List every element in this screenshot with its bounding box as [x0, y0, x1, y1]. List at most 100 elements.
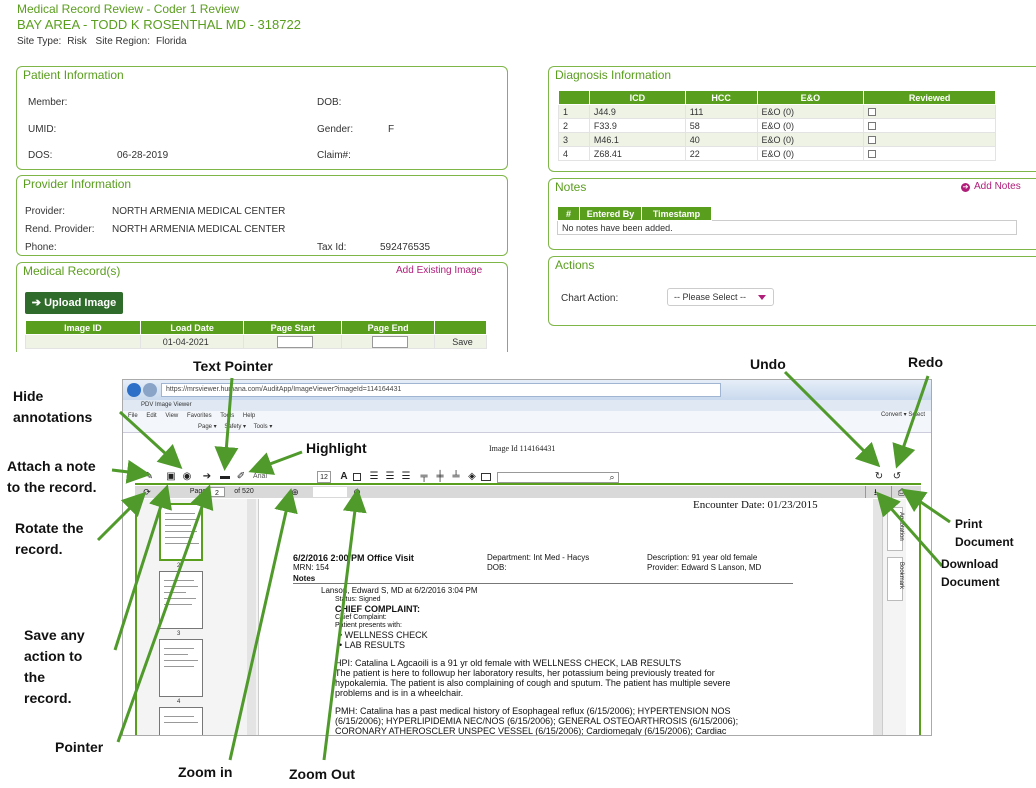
paint-bucket-icon[interactable]: ◈: [467, 471, 477, 483]
valign-middle-icon[interactable]: ╪: [435, 471, 445, 483]
table-row: 3 M46.1 40 E&O (0): [558, 132, 996, 147]
cmd-safety[interactable]: Safety ▾: [224, 424, 246, 430]
print-icon[interactable]: ⎙: [891, 486, 911, 498]
cmd-page[interactable]: Page ▾: [198, 424, 217, 430]
font-size-select[interactable]: 12: [317, 471, 331, 483]
dob-label: DOB:: [317, 97, 342, 108]
menu-tools[interactable]: Tools: [220, 413, 234, 419]
add-notes-link[interactable]: ➔ Add Notes: [961, 181, 1021, 192]
gender-label: Gender:: [317, 124, 354, 135]
thumbnail-page[interactable]: [159, 639, 203, 697]
doc-visit: 6/2/2016 2:00 PM Office Visit: [293, 553, 414, 563]
doc-cc-item: • LAB RESULTS: [339, 640, 406, 650]
doc-hpi-line: HPI: Catalina L Agcaoili is a 91 yr old …: [335, 658, 682, 668]
page-start-input[interactable]: [276, 335, 313, 348]
thumbnail-page[interactable]: [159, 503, 203, 561]
add-existing-image-link[interactable]: Add Existing Image: [396, 265, 482, 276]
redo-icon[interactable]: ↺: [891, 471, 903, 483]
provider-label: Provider:: [25, 206, 66, 217]
table-row: No notes have been added.: [557, 220, 1017, 235]
doc-pmh-line: (6/15/2006); HYPERLIPIDEMIA NEC/NOS (6/1…: [335, 716, 739, 726]
provider-info-title: Provider Information: [23, 177, 132, 191]
search-icon[interactable]: ⌕: [607, 471, 617, 483]
upload-image-button[interactable]: ➔ Upload Image: [25, 292, 123, 314]
page-start-cell: [243, 334, 343, 349]
menu-file[interactable]: File: [128, 413, 138, 419]
fill-color-icon[interactable]: [353, 473, 361, 481]
browser-convert[interactable]: Convert ▾ Select: [881, 411, 925, 418]
chart-action-value: -- Please Select --: [674, 292, 747, 302]
menu-help[interactable]: Help: [243, 413, 255, 419]
reviewed-checkbox[interactable]: [868, 150, 877, 159]
back-icon[interactable]: [127, 383, 141, 397]
taxid-value: 592476535: [380, 242, 431, 253]
dx-eo-link[interactable]: E&O (0): [756, 104, 865, 119]
reviewed-checkbox[interactable]: [868, 136, 877, 145]
cmd-tools[interactable]: Tools ▾: [254, 424, 273, 430]
rend-provider-label: Rend. Provider:: [25, 224, 95, 235]
align-left-icon[interactable]: ☰: [369, 471, 379, 483]
zoom-in-icon[interactable]: ⊕: [289, 486, 301, 498]
save-icon[interactable]: ▣: [165, 471, 177, 483]
annotation-print: Print Document: [955, 517, 1014, 549]
dx-icd: Z68.41: [588, 146, 686, 161]
encounter-date: Encounter Date: 01/23/2015: [693, 499, 818, 511]
patient-info-title: Patient Information: [23, 68, 124, 82]
valign-top-icon[interactable]: ╤: [419, 471, 429, 483]
highlight-icon[interactable]: ✐: [235, 471, 247, 483]
table-row: 4 Z68.41 22 E&O (0): [558, 146, 996, 161]
browser-tab[interactable]: PDV Image Viewer: [123, 400, 931, 411]
text-pointer-icon[interactable]: ▬: [219, 471, 231, 483]
table-row: 2 F33.9 58 E&O (0): [558, 118, 996, 133]
dx-eo-link[interactable]: E&O (0): [756, 146, 865, 161]
page-end-input[interactable]: [372, 335, 409, 348]
col-page-start: Page Start: [243, 320, 343, 335]
umid-label: UMID:: [28, 124, 57, 135]
forward-icon[interactable]: [143, 383, 157, 397]
side-tab-strip: Annotation Bookmark: [882, 499, 906, 735]
annotation-tab[interactable]: Annotation: [887, 507, 904, 551]
align-center-icon[interactable]: ☰: [385, 471, 395, 483]
reviewed-checkbox[interactable]: [868, 108, 877, 117]
doc-hpi-line: problems and is in a wheelchair.: [335, 688, 464, 698]
search-input[interactable]: [497, 472, 619, 483]
menu-favorites[interactable]: Favorites: [187, 413, 212, 419]
dos-value: 06-28-2019: [117, 150, 169, 161]
dx-eo-link[interactable]: E&O (0): [756, 132, 865, 147]
site-info: Site Type: Risk Site Region: Florida: [17, 36, 193, 47]
zoom-out-icon[interactable]: ⊖: [351, 486, 363, 498]
valign-bottom-icon[interactable]: ╧: [451, 471, 461, 483]
menu-view[interactable]: View: [165, 413, 178, 419]
border-color-icon[interactable]: [481, 473, 491, 481]
rotate-icon[interactable]: ⟳: [141, 486, 153, 498]
note-icon[interactable]: ✎: [143, 471, 155, 483]
doc-cc-item: • WELLNESS CHECK: [339, 630, 428, 640]
chart-action-select[interactable]: -- Please Select --: [667, 288, 774, 306]
thumbnail-page[interactable]: [159, 707, 203, 735]
table-row: 01-04-2021 Save: [25, 334, 487, 349]
site-region-label: Site Region:: [95, 36, 151, 47]
page-input[interactable]: 2: [209, 487, 225, 497]
address-bar[interactable]: https://mrsviewer.humana.com/AuditApp/Im…: [161, 383, 721, 397]
text-color-icon[interactable]: A: [339, 471, 349, 483]
document-scrollbar[interactable]: [873, 499, 882, 735]
dx-col-num: [558, 90, 590, 105]
font-select[interactable]: Arial: [253, 471, 313, 483]
align-right-icon[interactable]: ☰: [401, 471, 411, 483]
eye-icon[interactable]: ◉: [181, 471, 193, 483]
thumbnail-page[interactable]: [159, 571, 203, 629]
download-icon[interactable]: ⭳: [865, 486, 885, 498]
page-title: Medical Record Review - Coder 1 Review: [17, 2, 240, 16]
zoom-input[interactable]: [313, 487, 347, 497]
page-count: of 520: [234, 488, 254, 495]
save-link[interactable]: Save: [434, 334, 487, 349]
bookmark-tab[interactable]: Bookmark: [887, 557, 904, 601]
annotation-tab-label: Annotation: [898, 512, 904, 541]
thumbnail-scrollbar[interactable]: [247, 499, 256, 735]
dx-eo-link[interactable]: E&O (0): [756, 118, 865, 133]
notes-col-spacer: [711, 206, 1017, 221]
menu-edit[interactable]: Edit: [146, 413, 156, 419]
pointer-arrow-icon[interactable]: ➔: [201, 471, 213, 483]
reviewed-checkbox[interactable]: [868, 122, 877, 131]
undo-icon[interactable]: ↻: [873, 471, 885, 483]
